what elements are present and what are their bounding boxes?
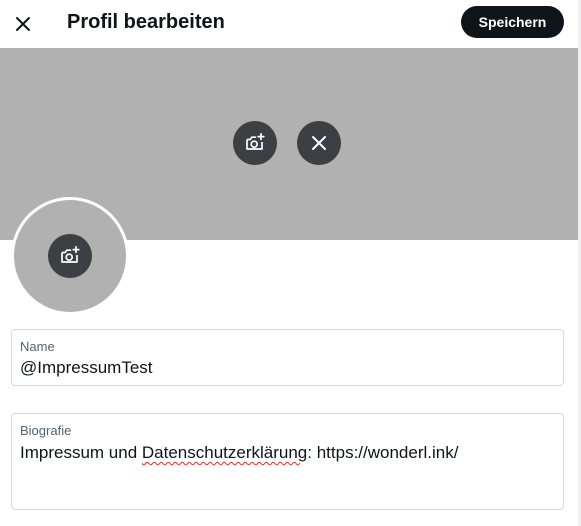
- bio-text-end: : https://wonderl.ink/: [307, 443, 459, 462]
- close-icon: [312, 136, 326, 150]
- avatar: [14, 200, 126, 312]
- add-avatar-photo-button[interactable]: [48, 234, 92, 278]
- bio-text-start: Impressum und: [20, 443, 142, 462]
- save-button[interactable]: Speichern: [461, 6, 564, 38]
- add-banner-photo-button[interactable]: [233, 121, 277, 165]
- remove-banner-button[interactable]: [297, 121, 341, 165]
- close-icon: [16, 17, 30, 31]
- bio-text-misspelled: Datenschutzerklärung: [141, 443, 308, 462]
- name-field[interactable]: Name @ImpressumTest: [11, 329, 564, 386]
- name-field-label: Name: [20, 339, 55, 354]
- close-button[interactable]: [5, 6, 41, 42]
- bio-field[interactable]: Biografie Impressum und Datenschutzerklä…: [11, 413, 564, 510]
- name-input[interactable]: @ImpressumTest: [20, 357, 153, 379]
- avatar-ring: [11, 197, 129, 315]
- page-title: Profil bearbeiten: [67, 11, 225, 33]
- bio-field-label: Biografie: [20, 423, 72, 438]
- camera-plus-icon: [246, 132, 265, 150]
- camera-plus-icon: [61, 245, 80, 263]
- bio-textarea[interactable]: Impressum und Datenschutzerklärung: http…: [20, 442, 458, 464]
- top-bar: Profil bearbeiten Speichern: [0, 0, 578, 48]
